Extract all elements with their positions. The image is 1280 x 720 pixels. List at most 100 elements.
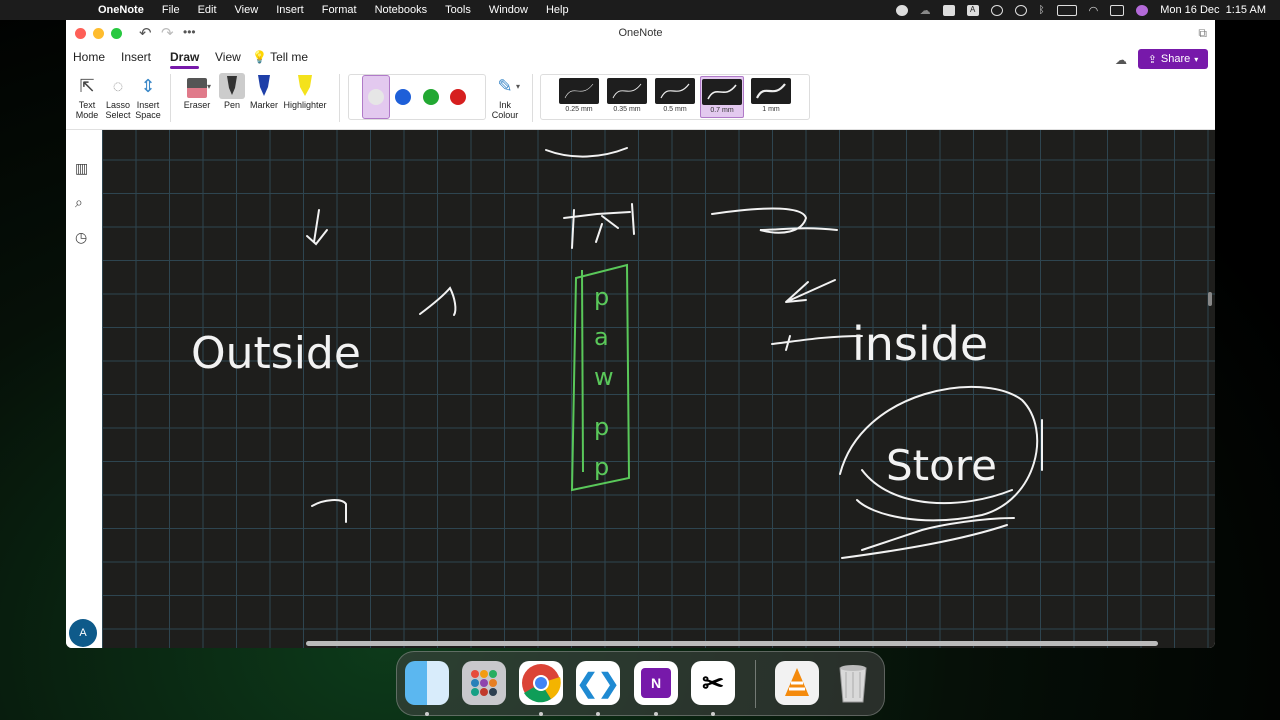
insert-space-icon: ⇕ xyxy=(140,76,156,96)
eraser-button[interactable]: Eraser xyxy=(180,72,214,110)
navigation-sidebar: ▥ ⌕ ◷ A xyxy=(66,130,102,648)
vlc-icon[interactable] xyxy=(775,661,819,705)
recent-clock-icon[interactable]: ◷ xyxy=(75,229,87,246)
thickness-label: 0.25 mm xyxy=(565,106,593,113)
pen-icon xyxy=(219,73,245,99)
running-indicator xyxy=(596,712,600,716)
status-area: ☁ A ᛒ ◠ Mon 16 Dec 1:15 AM xyxy=(895,0,1266,20)
thickness-label: 0.7 mm xyxy=(710,107,734,114)
tell-me-button[interactable]: 💡 Tell me xyxy=(252,50,308,64)
menu-insert[interactable]: Insert xyxy=(267,4,313,16)
siri-icon[interactable] xyxy=(1136,4,1149,16)
ink-colour-label-2: Colour xyxy=(491,110,519,120)
chrome-icon[interactable] xyxy=(519,661,563,705)
notebook-share-icon[interactable]: ⧉ xyxy=(1198,26,1207,41)
ribbon-divider xyxy=(532,74,533,122)
ink-colour-dropdown-icon[interactable]: ▾ xyxy=(516,82,520,91)
avatar[interactable]: A xyxy=(69,619,97,647)
thickness-option-selected[interactable]: 0.7 mm xyxy=(700,76,744,118)
tab-draw[interactable]: Draw xyxy=(170,50,200,69)
onenote-icon[interactable]: N xyxy=(634,661,678,705)
wifi-icon[interactable]: ◠ xyxy=(1089,4,1099,17)
color-swatch-red[interactable] xyxy=(450,89,466,105)
notebooks-icon[interactable]: ▥ xyxy=(75,160,88,177)
stroke-preview-icon xyxy=(751,78,791,104)
box-letter: p xyxy=(594,283,609,311)
battery-icon[interactable] xyxy=(1056,4,1077,16)
share-button[interactable]: ⇪ Share ▾ xyxy=(1138,49,1208,69)
dock: ❮❯ N ✂ xyxy=(396,651,885,716)
eraser-icon xyxy=(187,78,207,98)
stroke-preview-icon xyxy=(607,78,647,104)
menu-format[interactable]: Format xyxy=(313,4,366,16)
text-mode-button[interactable]: ⇱ Text Mode xyxy=(72,72,102,120)
box-letters: p a w p p xyxy=(594,283,614,481)
eraser-dropdown-icon[interactable]: ▾ xyxy=(207,82,211,91)
lasso-label-2: Select xyxy=(105,110,131,120)
insert-space-label-2: Space xyxy=(135,110,161,120)
app-menu[interactable]: OneNote xyxy=(89,4,153,16)
dnd-icon[interactable] xyxy=(1014,4,1027,16)
color-swatch-white[interactable] xyxy=(368,89,384,105)
record-icon[interactable] xyxy=(895,4,908,16)
color-swatch-blue[interactable] xyxy=(395,89,411,105)
cloud-icon[interactable]: ☁ xyxy=(920,4,931,17)
capcut-icon[interactable]: ✂ xyxy=(691,661,735,705)
menu-view[interactable]: View xyxy=(226,4,268,16)
horizontal-scrollbar[interactable] xyxy=(306,641,1158,646)
control-center-icon[interactable] xyxy=(1110,4,1125,16)
thickness-option[interactable]: 0.25 mm xyxy=(557,76,601,118)
marker-icon xyxy=(248,72,280,100)
marker-button[interactable]: Marker xyxy=(248,72,280,110)
ink-colour-label-1: Ink xyxy=(498,100,511,110)
pen-button[interactable]: Pen xyxy=(217,72,247,110)
input-source-icon[interactable]: A xyxy=(966,4,979,16)
thickness-option[interactable]: 0.35 mm xyxy=(605,76,649,118)
highlighter-icon xyxy=(281,72,329,100)
clock[interactable]: Mon 16 Dec 1:15 AM xyxy=(1160,4,1266,16)
tell-me-label: Tell me xyxy=(270,50,309,64)
search-icon[interactable]: ⌕ xyxy=(75,194,83,211)
eraser-label: Eraser xyxy=(183,100,211,110)
share-icon: ⇪ xyxy=(1147,53,1157,66)
color-swatch-green[interactable] xyxy=(423,89,439,105)
thickness-option[interactable]: 0.5 mm xyxy=(653,76,697,118)
box-letter: p xyxy=(594,413,609,441)
insert-space-label-1: Insert xyxy=(136,100,160,110)
thickness-label: 0.35 mm xyxy=(613,106,641,113)
ink-colour-button[interactable]: ✎ Ink Colour xyxy=(487,72,523,120)
sync-status-icon[interactable]: ☁ xyxy=(1115,53,1127,67)
finder-icon[interactable] xyxy=(405,661,449,705)
lasso-select-button[interactable]: ◌ Lasso Select xyxy=(103,72,133,120)
menu-window[interactable]: Window xyxy=(480,4,537,16)
drawing-canvas[interactable]: p a w p p Outside inside Store xyxy=(102,130,1215,648)
launchpad-icon[interactable] xyxy=(462,661,506,705)
trash-icon[interactable] xyxy=(831,661,875,705)
running-indicator xyxy=(711,712,715,716)
tab-view[interactable]: View xyxy=(215,50,241,64)
tab-home[interactable]: Home xyxy=(73,50,105,64)
thickness-label: 0.5 mm xyxy=(663,106,687,113)
chevron-down-icon: ▾ xyxy=(1194,54,1199,64)
box-letter: a xyxy=(594,323,609,351)
stroke-preview-icon xyxy=(559,78,599,104)
menu-help[interactable]: Help xyxy=(537,4,578,16)
highlighter-button[interactable]: Highlighter xyxy=(281,72,329,110)
stroke-preview-icon xyxy=(655,78,695,104)
thickness-option[interactable]: 1 mm xyxy=(749,76,793,118)
insert-space-button[interactable]: ⇕ Insert Space xyxy=(133,72,163,120)
menu-edit[interactable]: Edit xyxy=(189,4,226,16)
vscode-icon[interactable]: ❮❯ xyxy=(576,661,620,705)
ribbon-tabs: Home Insert Draw View 💡 Tell me xyxy=(66,46,1215,70)
running-indicator xyxy=(539,712,543,716)
title-bar: ↶ ↷ ••• OneNote ⧉ xyxy=(66,20,1215,46)
bluetooth-icon[interactable]: ᛒ xyxy=(1039,5,1045,16)
menu-notebooks[interactable]: Notebooks xyxy=(366,4,437,16)
vertical-scrollbar[interactable] xyxy=(1208,292,1212,306)
tab-insert[interactable]: Insert xyxy=(121,50,151,64)
menu-file[interactable]: File xyxy=(153,4,189,16)
delta-icon[interactable] xyxy=(990,4,1003,16)
running-indicator xyxy=(425,712,429,716)
menu-tools[interactable]: Tools xyxy=(436,4,480,16)
app-status-icon[interactable] xyxy=(942,4,955,16)
